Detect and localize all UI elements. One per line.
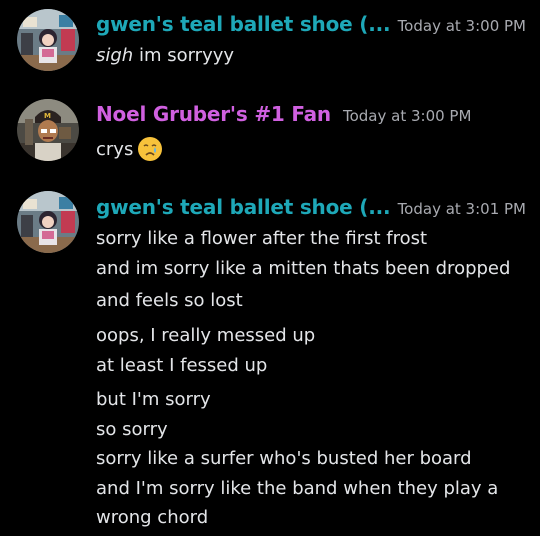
italic-text: sigh (96, 45, 134, 66)
message-line: wrong chord (96, 507, 209, 528)
message-text: im sorryyy (133, 45, 235, 66)
gwen-avatar[interactable] (17, 9, 79, 71)
message-text: crys (96, 139, 134, 160)
timestamp: Today at 3:00 PM (342, 107, 472, 125)
message-line: but I'm sorry (96, 389, 211, 410)
author-name[interactable]: Noel Gruber's #1 Fan (96, 102, 331, 126)
message-line: crys (96, 136, 163, 168)
svg-text:M: M (44, 112, 51, 120)
author-name[interactable]: gwen's teal ballet shoe (... (96, 12, 391, 36)
message-line: and feels so lost (96, 290, 243, 311)
message-line: sorry like a surfer who's busted her boa… (96, 448, 472, 469)
crying-face-emoji (137, 136, 163, 168)
message-line: oops, I really messed up (96, 325, 316, 346)
timestamp: Today at 3:00 PM (397, 17, 526, 35)
timestamp: Today at 3:01 PM (397, 200, 526, 218)
gwen-avatar[interactable] (17, 191, 79, 253)
message-line: sorry like a flower after the first fros… (96, 228, 428, 249)
author-name[interactable]: gwen's teal ballet shoe (... (96, 195, 391, 219)
message-line: and I'm sorry like the band when they pl… (96, 478, 499, 499)
message-line: sigh im sorryyy (96, 45, 234, 67)
message-line: so sorry (96, 419, 168, 440)
message-line: and im sorry like a mitten thats been dr… (96, 258, 511, 279)
noel-fan-avatar[interactable]: M (17, 99, 79, 161)
message-line: at least I fessed up (96, 355, 268, 376)
